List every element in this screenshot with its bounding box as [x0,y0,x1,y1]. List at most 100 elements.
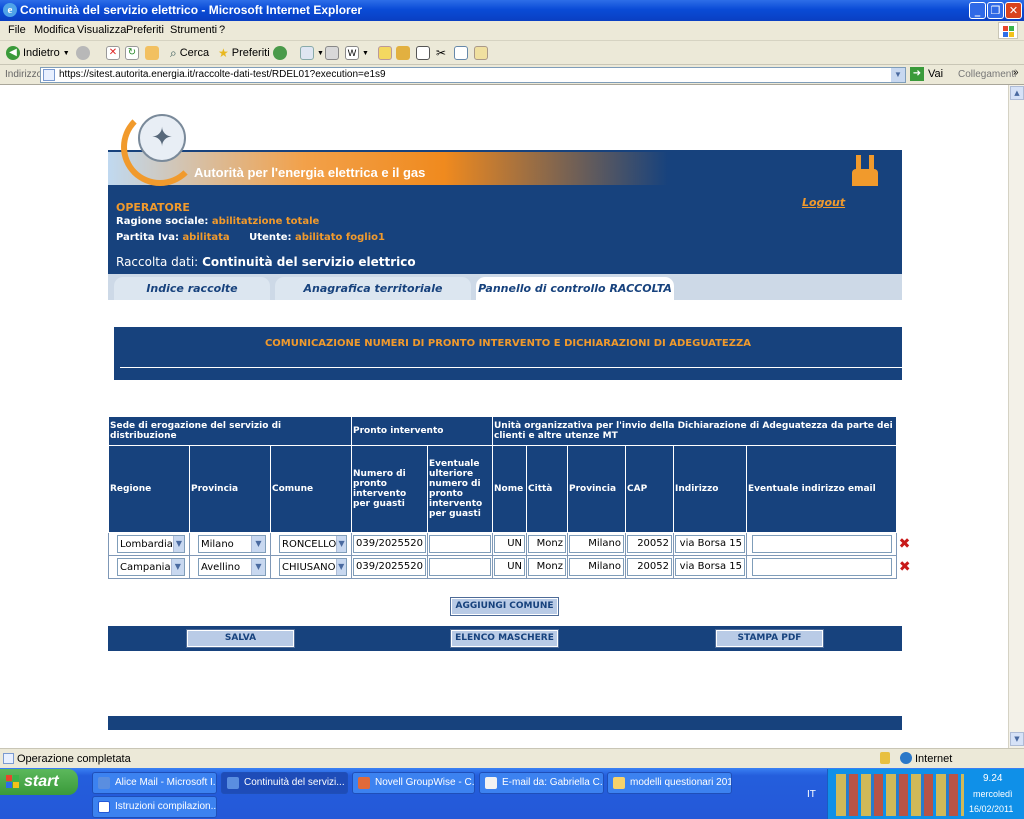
tab-indice-raccolte[interactable]: Indice raccolte [114,277,270,300]
task-continuita[interactable]: Continuità del servizi... [221,772,348,794]
menu-strumenti[interactable]: Strumenti [170,24,217,36]
scroll-up-icon[interactable]: ▲ [1010,86,1024,100]
copy-button[interactable] [454,44,468,62]
ulteriore-input[interactable] [429,558,491,576]
task-istruzioni[interactable]: Istruzioni compilazion... [92,796,217,818]
provincia-input[interactable]: Milano [569,535,624,553]
refresh-button[interactable]: ↻ [125,44,139,62]
save-button[interactable]: SALVA [186,629,295,648]
task-modelli[interactable]: modelli questionari 2010 [607,772,732,794]
links-label[interactable]: Collegamenti [958,69,1016,80]
comune-select[interactable]: CHIUSANO ▼ [279,558,347,576]
menu-modifica[interactable]: Modifica [34,24,75,36]
menu-file[interactable]: File [8,24,26,36]
numero-input[interactable]: 039/2025520 [353,558,426,576]
mail-button[interactable]: ▼ [300,44,324,62]
address-input[interactable]: https://sitest.autorita.energia.it/racco… [40,67,906,83]
toolbar: ◀ Indietro ▼ ✕ ↻ ⌕ Cerca ★ Preferiti ▼ W… [0,41,1024,65]
raccolta-label: Raccolta dati: [116,255,199,269]
section-title: COMUNICAZIONE NUMERI DI PRONTO INTERVENT… [264,338,752,349]
add-comune-button[interactable]: AGGIUNGI COMUNE [450,597,559,616]
chevron-down-icon: ▼ [336,536,346,552]
search-button[interactable]: ⌕ Cerca [170,44,209,62]
close-button[interactable]: ✕ [1005,2,1022,19]
nome-input[interactable]: UN [494,558,525,576]
chevron-down-icon: ▼ [251,559,265,575]
emblem-logo: ✦ [138,114,186,162]
search-icon: ⌕ [170,45,177,60]
citta-input[interactable]: Monz [528,558,566,576]
citta-input[interactable]: Monz [528,535,566,553]
cap-input[interactable]: 20052 [627,558,672,576]
paste-button[interactable] [474,44,488,62]
home-button[interactable] [145,44,159,62]
regione-select[interactable]: Campania ▼ [117,558,185,576]
provincia-select[interactable]: Milano ▼ [198,535,266,553]
minimize-button[interactable]: _ [969,2,986,19]
email-input[interactable] [752,558,892,576]
raccolta-value: Continuità del servizio elettrico [202,255,416,269]
numero-input[interactable]: 039/2025520 [353,535,426,553]
chevron-down-icon[interactable]: ▼ [891,68,905,82]
delete-row-icon[interactable]: ✖ [899,559,911,575]
provincia-input[interactable]: Milano [569,558,624,576]
regione-select[interactable]: Lombardia ▼ [117,535,185,553]
task-email[interactable]: E-mail da: Gabriella C... [479,772,604,794]
research-icon [396,46,410,60]
menu-help[interactable]: ? [219,24,225,36]
cut-button[interactable]: ✂ [436,44,446,62]
utente-value: abilitato foglio1 [295,232,385,243]
address-url: https://sitest.autorita.energia.it/racco… [59,69,386,80]
envelope-icon [485,777,497,789]
menu-preferiti[interactable]: Preferiti [126,24,164,36]
restore-button[interactable]: ❐ [987,2,1004,19]
divider [120,367,902,368]
forward-arrow-icon [76,46,90,60]
tab-pannello-controllo[interactable]: Pannello di controllo RACCOLTA [476,277,674,300]
tray-icons[interactable] [836,774,964,816]
start-button[interactable]: start [0,769,78,795]
discuss-button[interactable] [378,44,392,62]
research-button[interactable] [396,44,410,62]
site-brand: Autorità per l'energia elettrica e il ga… [194,165,426,180]
vertical-scrollbar[interactable]: ▲ ▼ [1008,85,1024,748]
chevron-right-icon[interactable]: » [1013,67,1019,78]
stampa-pdf-button[interactable]: STAMPA PDF [715,629,824,648]
table-row: Campania ▼ Avellino ▼ CHIUSANO ▼ 039/202552… [108,555,913,579]
ragione-label: Ragione sociale: [116,216,209,227]
print-button[interactable] [325,44,339,62]
logout-link[interactable]: Logout [802,196,845,209]
menu-visualizza[interactable]: Visualizza [77,24,126,36]
email-input[interactable] [752,535,892,553]
col-cap: CAP [625,445,674,533]
globe-icon [900,752,912,764]
col-indirizzo: Indirizzo [673,445,747,533]
ulteriore-input[interactable] [429,535,491,553]
task-alice-mail[interactable]: Alice Mail - Microsoft I... [92,772,217,794]
favorites-button[interactable]: ★ Preferiti [218,44,270,62]
operator-heading: OPERATORE [116,201,190,214]
tab-anagrafica-territoriale[interactable]: Anagrafica territoriale [275,277,471,300]
back-button[interactable]: ◀ Indietro ▼ [6,44,70,62]
task-groupwise[interactable]: Novell GroupWise - C... [352,772,475,794]
delete-row-icon[interactable]: ✖ [899,536,911,552]
provincia-select[interactable]: Avellino ▼ [198,558,266,576]
history-button[interactable] [273,44,287,62]
cap-input[interactable]: 20052 [627,535,672,553]
scissors-icon: ✂ [436,46,447,60]
scroll-down-icon[interactable]: ▼ [1010,732,1024,746]
indirizzo-input[interactable]: via Borsa 15 [675,558,745,576]
nome-input[interactable]: UN [494,535,525,553]
clock-day: mercoledì [973,789,1013,799]
language-indicator[interactable]: IT [807,789,816,800]
go-button[interactable]: ➜ Vai [910,67,943,81]
forward-button[interactable] [76,44,90,62]
elenco-maschere-button[interactable]: ELENCO MASCHERE [450,629,559,648]
page-icon [43,69,55,81]
stop-button[interactable]: ✕ [106,44,120,62]
edit-button[interactable]: W ▼ [345,44,369,62]
messenger-button[interactable] [416,44,430,62]
indirizzo-input[interactable]: via Borsa 15 [675,535,745,553]
chevron-down-icon: ▼ [362,49,369,57]
comune-select[interactable]: RONCELLO ▼ [279,535,347,553]
